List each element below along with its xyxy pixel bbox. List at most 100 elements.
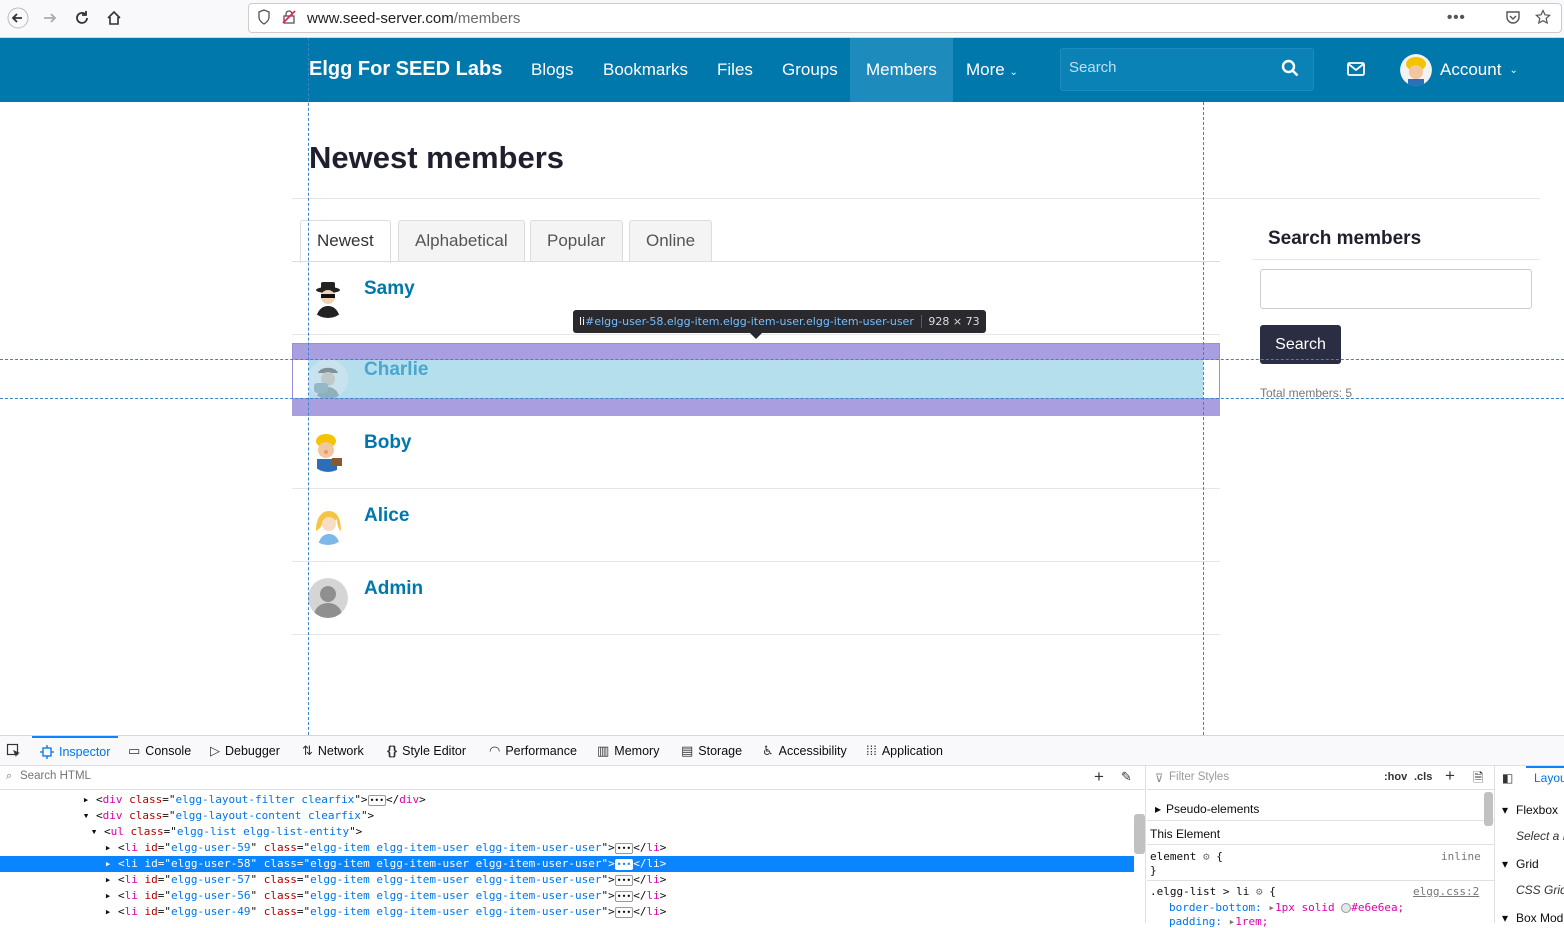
expand-arrow-icon[interactable]: ▸: [0, 856, 118, 872]
eyedropper-icon[interactable]: ✎: [1121, 769, 1132, 785]
ellipsis-badge[interactable]: •••: [614, 842, 634, 854]
bookmark-star-icon[interactable]: [1535, 9, 1551, 29]
insecure-lock-icon[interactable]: [281, 9, 297, 29]
menu-members[interactable]: Members: [850, 38, 953, 102]
mail-icon[interactable]: [1346, 60, 1366, 83]
tab-newest[interactable]: Newest: [300, 220, 391, 263]
ellipsis-badge[interactable]: •••: [614, 890, 634, 902]
reload-button[interactable]: [68, 5, 96, 31]
add-rule-icon[interactable]: +: [1445, 766, 1455, 786]
avatar: [1400, 54, 1432, 86]
collapse-arrow-icon[interactable]: ▾: [1502, 857, 1508, 871]
member-name[interactable]: Charlie: [364, 359, 428, 381]
site-title[interactable]: Elgg For SEED Labs: [309, 58, 502, 81]
shield-icon[interactable]: [257, 9, 271, 29]
ellipsis-badge[interactable]: •••: [614, 858, 634, 870]
ellipsis-badge[interactable]: •••: [367, 794, 387, 806]
pocket-icon[interactable]: [1505, 9, 1521, 29]
devtools-tab-performance[interactable]: ◠ Performance: [489, 736, 577, 766]
grid-section[interactable]: Grid: [1516, 857, 1539, 871]
member-name[interactable]: Admin: [364, 578, 423, 600]
back-button[interactable]: [4, 5, 32, 31]
markup-node[interactable]: ▸ <li id="elgg-user-49" class="elgg-item…: [0, 904, 1134, 920]
tab-popular[interactable]: Popular: [530, 220, 623, 262]
markup-node[interactable]: ▸ <div class="elgg-layout-filter clearfi…: [0, 792, 1134, 808]
collapse-arrow-icon[interactable]: ▾: [1502, 803, 1508, 817]
gear-icon[interactable]: ⚙: [1256, 885, 1263, 898]
devtools-tab-application[interactable]: ⁞⁞⁞ Application: [866, 736, 943, 766]
devtools-tab-memory[interactable]: ▥ Memory: [597, 736, 659, 766]
css-property-color: #e6e6ea;: [1351, 901, 1405, 914]
home-button[interactable]: [100, 5, 128, 31]
ellipsis-badge[interactable]: •••: [614, 906, 634, 918]
expand-arrow-icon[interactable]: ▸: [0, 840, 118, 856]
gear-icon[interactable]: ⚙: [1203, 850, 1210, 863]
menu-blogs[interactable]: Blogs: [515, 38, 590, 102]
hov-toggle[interactable]: :hov: [1384, 771, 1407, 783]
markup-node[interactable]: ▸ <li id="elgg-user-59" class="elgg-item…: [0, 840, 1134, 856]
element-rule-brace: {: [1216, 850, 1223, 863]
menu-more[interactable]: More ⌄: [950, 38, 1034, 102]
expand-arrow-icon[interactable]: ▸: [0, 872, 118, 888]
markup-node[interactable]: ▾ <ul class="elgg-list elgg-list-entity"…: [0, 824, 1134, 840]
ellipsis-badge[interactable]: •••: [614, 874, 634, 886]
menu-files[interactable]: Files: [701, 38, 769, 102]
expand-arrow-icon[interactable]: ▸: [0, 904, 118, 920]
memory-icon: ▥: [597, 743, 610, 758]
menu-groups[interactable]: Groups: [766, 38, 854, 102]
cls-toggle[interactable]: .cls: [1414, 771, 1432, 783]
avatar[interactable]: [308, 505, 348, 545]
devtools-tab-network[interactable]: ⇅ Network: [302, 736, 364, 766]
flexbox-section[interactable]: Flexbox: [1516, 803, 1558, 817]
markup-node[interactable]: ▸ <li id="elgg-user-56" class="elgg-item…: [0, 888, 1134, 904]
url-bar[interactable]: www.seed-server.com/members •••: [248, 3, 1562, 33]
scrollbar[interactable]: [1134, 814, 1145, 854]
forward-button[interactable]: [36, 5, 64, 31]
pseudo-elements-toggle[interactable]: Pseudo-elements: [1166, 802, 1259, 816]
css-rule-source[interactable]: elgg.css:2: [1413, 885, 1479, 898]
tab-online[interactable]: Online: [629, 220, 713, 262]
tab-alphabetical[interactable]: Alphabetical: [398, 220, 525, 262]
avatar[interactable]: [308, 359, 348, 399]
more-actions-icon[interactable]: •••: [1447, 9, 1466, 26]
devtools-tab-storage[interactable]: ▤ Storage: [681, 736, 742, 766]
list-item: Boby: [292, 416, 1220, 489]
sidebar-toggle-icon[interactable]: ◧: [1502, 771, 1513, 785]
collapse-arrow-icon[interactable]: ▾: [0, 824, 104, 840]
search-html-bar: ⌕ + ✎: [0, 766, 1146, 790]
avatar[interactable]: [308, 432, 348, 472]
search-html-input[interactable]: [20, 770, 320, 782]
devtools-tab-inspector[interactable]: Inspector: [32, 736, 119, 766]
member-search-input[interactable]: [1260, 269, 1532, 309]
print-media-icon[interactable]: 🗎: [1473, 769, 1483, 791]
pick-element-button[interactable]: [6, 736, 22, 766]
collapse-arrow-icon[interactable]: ▾: [0, 808, 96, 824]
box-model-section[interactable]: Box Mod: [1516, 911, 1563, 925]
expand-arrow-icon[interactable]: ▸: [0, 888, 118, 904]
tab-layout[interactable]: Layou: [1534, 771, 1564, 785]
account-menu[interactable]: Account ⌄: [1400, 54, 1518, 86]
devtools-tab-style-editor[interactable]: {} Style Editor: [387, 736, 466, 766]
avatar[interactable]: [308, 278, 348, 318]
collapse-arrow-icon[interactable]: ▾: [1502, 911, 1508, 925]
expand-arrow-icon[interactable]: ▸: [1155, 802, 1161, 816]
flexbox-hint: Select a F: [1516, 829, 1564, 843]
member-name[interactable]: Alice: [364, 505, 409, 527]
filter-styles-input[interactable]: Filter Styles: [1169, 771, 1229, 783]
markup-node[interactable]: ▸ <li id="elgg-user-58" class="elgg-item…: [0, 856, 1134, 872]
devtools-tab-accessibility[interactable]: ♿ Accessibility: [762, 736, 847, 766]
devtools-tab-console[interactable]: ▭ Console: [128, 736, 191, 766]
site-search-input[interactable]: [1069, 59, 1269, 76]
color-swatch[interactable]: [1341, 903, 1352, 913]
expand-arrow-icon[interactable]: ▸: [0, 792, 96, 808]
menu-bookmarks[interactable]: Bookmarks: [587, 38, 704, 102]
member-name[interactable]: Samy: [364, 278, 415, 300]
markup-node[interactable]: ▾ <div class="elgg-layout-content clearf…: [0, 808, 1134, 824]
member-name[interactable]: Boby: [364, 432, 412, 454]
scrollbar[interactable]: [1484, 792, 1493, 826]
avatar[interactable]: [308, 578, 348, 618]
markup-node[interactable]: ▸ <li id="elgg-user-57" class="elgg-item…: [0, 872, 1134, 888]
devtools-tab-debugger[interactable]: ▷ Debugger: [210, 736, 280, 766]
add-node-icon[interactable]: +: [1094, 767, 1104, 787]
search-icon[interactable]: [1281, 59, 1299, 82]
